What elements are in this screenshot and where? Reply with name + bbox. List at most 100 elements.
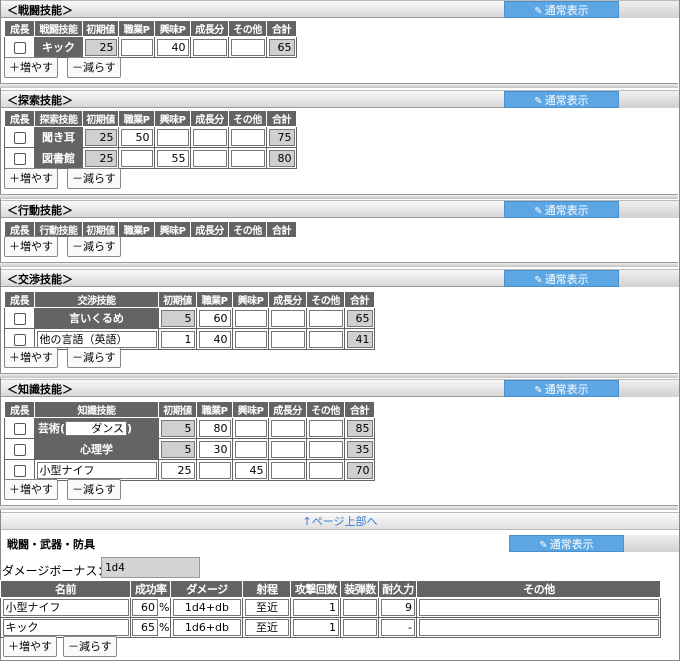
ammo-input[interactable] xyxy=(342,599,377,616)
initial-value[interactable]: 1 xyxy=(160,330,195,348)
normal-view-button[interactable]: ✎ 通常表示 xyxy=(504,1,619,18)
growth-input[interactable] xyxy=(270,461,305,479)
job-points-input[interactable]: 80 xyxy=(198,419,231,437)
section-footer xyxy=(0,83,678,88)
grow-checkbox[interactable] xyxy=(13,422,26,435)
attacks-input[interactable]: 1 xyxy=(292,599,339,616)
add-row-button[interactable]: ＋増やす xyxy=(4,57,58,78)
add-row-button[interactable]: ＋増やす xyxy=(4,236,58,257)
grow-checkbox[interactable] xyxy=(13,131,26,144)
header-gradient xyxy=(619,380,679,397)
grow-checkbox[interactable] xyxy=(13,312,26,325)
add-row-button[interactable]: ＋増やす xyxy=(3,636,57,657)
job-points-input[interactable]: 50 xyxy=(120,128,153,146)
weapon-name-input[interactable]: 小型ナイフ xyxy=(2,599,129,616)
interest-points-input[interactable] xyxy=(234,440,267,458)
range-input[interactable]: 至近 xyxy=(244,619,289,636)
attacks-input[interactable]: 1 xyxy=(292,619,339,636)
other-input[interactable] xyxy=(230,38,265,56)
success-rate-input[interactable]: 60 xyxy=(132,599,158,616)
growth-input[interactable] xyxy=(270,419,305,437)
other-input[interactable] xyxy=(308,461,343,479)
explore-skill-table: 成長 探索技能 初期値 職業P 興味P 成長分 その他 合計 聞き耳 25 50… xyxy=(4,110,297,169)
remove-row-button[interactable]: －減らす xyxy=(67,168,121,189)
add-row-button[interactable]: ＋増やす xyxy=(4,347,58,368)
damage-input[interactable]: 1d4+db xyxy=(172,599,241,616)
remove-row-button[interactable]: －減らす xyxy=(67,57,121,78)
col-name: 名前 xyxy=(0,580,131,598)
job-points-input[interactable] xyxy=(120,149,153,167)
normal-view-button[interactable]: ✎ 通常表示 xyxy=(504,201,619,218)
job-points-input[interactable]: 40 xyxy=(198,330,231,348)
durability-input[interactable]: - xyxy=(380,619,415,636)
job-points-input[interactable] xyxy=(198,461,231,479)
section-header: 戦闘・武器・防具 ✎ 通常表示 xyxy=(1,535,679,553)
job-points-input[interactable] xyxy=(120,38,153,56)
add-row-button[interactable]: ＋増やす xyxy=(4,168,58,189)
other-input[interactable] xyxy=(230,149,265,167)
skill-name: 図書館 xyxy=(34,147,83,169)
other-input[interactable] xyxy=(308,419,343,437)
growth-input[interactable] xyxy=(270,330,305,348)
other-input[interactable] xyxy=(308,330,343,348)
add-row-button[interactable]: ＋増やす xyxy=(4,479,58,500)
job-points-input[interactable]: 60 xyxy=(198,309,231,327)
initial-value: 25 xyxy=(84,128,117,146)
growth-input[interactable] xyxy=(270,309,305,327)
col-range: 射程 xyxy=(242,580,292,598)
normal-view-button[interactable]: ✎ 通常表示 xyxy=(504,91,619,108)
interest-points-input[interactable] xyxy=(234,419,267,437)
page-top-link[interactable]: ↑ページ上部へ xyxy=(1,512,679,530)
grow-checkbox[interactable] xyxy=(13,443,26,456)
action-skills-section: ＜行動技能＞ ✎ 通常表示 xyxy=(1,200,679,218)
remove-row-button[interactable]: －減らす xyxy=(63,636,117,657)
grow-checkbox[interactable] xyxy=(13,41,26,54)
range-input[interactable]: 至近 xyxy=(244,599,289,616)
initial-value: 25 xyxy=(84,149,117,167)
normal-view-button[interactable]: ✎ 通常表示 xyxy=(509,535,624,552)
skill-detail-input[interactable]: ダンス xyxy=(65,421,128,437)
initial-value[interactable]: 25 xyxy=(160,461,195,479)
remove-row-button[interactable]: －減らす xyxy=(67,347,121,368)
skill-name-input[interactable]: 小型ナイフ xyxy=(36,461,157,479)
weapon-name-input[interactable]: キック xyxy=(2,619,129,636)
section-footer xyxy=(0,262,678,267)
interest-points-input[interactable]: 45 xyxy=(234,461,267,479)
success-rate-input[interactable]: 65 xyxy=(132,619,158,636)
other-input[interactable] xyxy=(230,128,265,146)
interest-points-input[interactable] xyxy=(156,128,189,146)
damage-input[interactable]: 1d6+db xyxy=(172,619,241,636)
other-input[interactable] xyxy=(308,440,343,458)
grow-checkbox[interactable] xyxy=(13,152,26,165)
interest-points-input[interactable] xyxy=(234,309,267,327)
normal-view-button[interactable]: ✎ 通常表示 xyxy=(504,270,619,287)
col-growth: 成長分 xyxy=(190,110,229,127)
other-input[interactable] xyxy=(308,309,343,327)
remove-row-button[interactable]: －減らす xyxy=(67,479,121,500)
growth-input[interactable] xyxy=(192,149,227,167)
other-notes-input[interactable] xyxy=(418,599,659,616)
growth-input[interactable] xyxy=(192,128,227,146)
grow-checkbox[interactable] xyxy=(13,333,26,346)
skill-name-input[interactable]: 他の言語（英語） xyxy=(36,330,157,348)
interest-points-input[interactable]: 40 xyxy=(156,38,189,56)
total-value: 80 xyxy=(268,149,295,167)
interest-points-input[interactable] xyxy=(234,330,267,348)
normal-view-button[interactable]: ✎ 通常表示 xyxy=(504,380,619,397)
job-points-input[interactable]: 30 xyxy=(198,440,231,458)
damage-bonus-input[interactable]: 1d4 xyxy=(101,557,200,578)
durability-input[interactable]: 9 xyxy=(380,599,415,616)
other-notes-input[interactable] xyxy=(418,619,659,636)
table-row: 心理学 5 30 35 xyxy=(4,438,375,460)
ammo-input[interactable] xyxy=(342,619,377,636)
total-value: 85 xyxy=(346,419,373,437)
weapons-table: 名前 成功率 ダメージ 射程 攻撃回数 装弾数 耐久力 その他 小型ナイフ 60… xyxy=(0,580,662,638)
growth-input[interactable] xyxy=(192,38,227,56)
col-skill: 探索技能 xyxy=(34,110,83,127)
initial-value: 5 xyxy=(160,440,195,458)
growth-input[interactable] xyxy=(270,440,305,458)
remove-row-button[interactable]: －減らす xyxy=(67,236,121,257)
explore-skills-section: ＜探索技能＞ ✎ 通常表示 xyxy=(1,90,679,108)
interest-points-input[interactable]: 55 xyxy=(156,149,189,167)
grow-checkbox[interactable] xyxy=(13,464,26,477)
